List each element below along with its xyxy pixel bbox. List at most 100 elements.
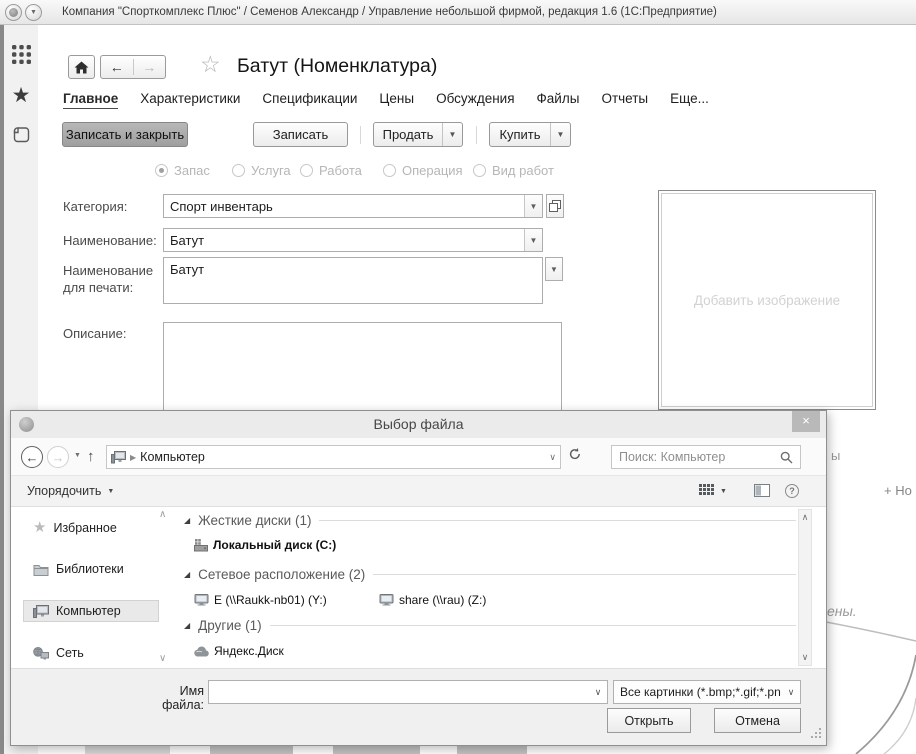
buy-button-label: Купить bbox=[499, 127, 541, 142]
radio-worktype-circle bbox=[473, 164, 486, 177]
obscured-block bbox=[333, 746, 420, 754]
home-icon bbox=[74, 61, 89, 74]
sell-button[interactable]: Продать ▼ bbox=[373, 122, 463, 147]
address-bar[interactable]: ▶ Компьютер ∨ bbox=[106, 445, 561, 469]
place-network-label: Сеть bbox=[56, 646, 84, 660]
radio-work[interactable]: Работа bbox=[300, 163, 362, 178]
breadcrumb-root[interactable]: Компьютер bbox=[140, 450, 205, 464]
tab-discussions[interactable]: Обсуждения bbox=[436, 91, 514, 109]
buy-dropdown-arrow[interactable]: ▼ bbox=[550, 123, 570, 146]
window-menu-icon[interactable]: ▼ bbox=[25, 4, 42, 21]
breadcrumb-arrow-icon: ▶ bbox=[130, 452, 137, 462]
radio-stock[interactable]: Запас bbox=[155, 163, 210, 178]
tab-characteristics[interactable]: Характеристики bbox=[140, 91, 240, 109]
print-name-label: Наименование для печати: bbox=[63, 263, 154, 295]
resize-grip[interactable] bbox=[811, 728, 822, 742]
group-network-locations[interactable]: ◢ Сетевое расположение (2) bbox=[184, 567, 796, 582]
item-local-disk[interactable]: Локальный диск (C:) bbox=[194, 538, 336, 552]
forward-button[interactable]: → bbox=[132, 59, 166, 75]
menu-grid-icon[interactable] bbox=[4, 45, 38, 64]
close-button[interactable]: × bbox=[792, 411, 820, 432]
open-button[interactable]: Открыть bbox=[607, 708, 691, 733]
obscured-block bbox=[85, 746, 170, 754]
image-placeholder[interactable]: Добавить изображение bbox=[658, 190, 876, 410]
filter-dropdown-arrow[interactable]: ∨ bbox=[782, 687, 800, 698]
cancel-button[interactable]: Отмена bbox=[714, 708, 801, 733]
organize-label: Упорядочить bbox=[27, 484, 102, 498]
back-button[interactable]: ← bbox=[101, 59, 133, 75]
computer-icon bbox=[111, 450, 126, 464]
nav-forward-button[interactable]: → bbox=[47, 446, 69, 468]
cloud-icon bbox=[194, 646, 209, 657]
tab-more[interactable]: Еще... bbox=[670, 91, 709, 109]
save-close-button[interactable]: Записать и закрыть bbox=[62, 122, 188, 147]
buy-button[interactable]: Купить ▼ bbox=[489, 122, 571, 147]
filename-dropdown-arrow[interactable]: ∨ bbox=[589, 687, 607, 698]
category-field[interactable]: Спорт инвентарь ▼ bbox=[163, 194, 543, 218]
scroll-up-icon[interactable]: ∧ bbox=[802, 512, 809, 523]
item-net-drive-y[interactable]: E (\\Raukk-nb01) (Y:) bbox=[194, 593, 327, 607]
places-scroll-up[interactable]: ∧ bbox=[159, 509, 166, 520]
description-textarea[interactable] bbox=[163, 322, 562, 417]
name-dropdown-arrow[interactable]: ▼ bbox=[524, 229, 542, 251]
place-favorites[interactable]: ★ Избранное bbox=[33, 520, 117, 535]
radio-worktype[interactable]: Вид работ bbox=[473, 163, 554, 178]
radio-operation[interactable]: Операция bbox=[383, 163, 463, 178]
home-button[interactable] bbox=[68, 55, 95, 79]
obscured-block bbox=[457, 746, 527, 754]
filename-label: Имя файла: bbox=[162, 684, 204, 712]
category-label: Категория: bbox=[63, 199, 128, 214]
nav-history-dropdown-icon[interactable]: ▼ bbox=[74, 452, 81, 459]
save-button[interactable]: Записать bbox=[253, 122, 348, 147]
radio-service[interactable]: Услуга bbox=[232, 163, 291, 178]
nav-up-button[interactable]: ↑ bbox=[87, 448, 95, 465]
category-dropdown-arrow[interactable]: ▼ bbox=[524, 195, 542, 217]
screen: ▼ Компания "Спорткомплекс Плюс" / Семено… bbox=[0, 0, 916, 754]
place-network[interactable]: Сеть bbox=[33, 646, 84, 660]
group-hard-disks[interactable]: ◢ Жесткие диски (1) bbox=[184, 513, 796, 528]
item-yandex-disk[interactable]: Яндекс.Диск bbox=[194, 644, 284, 658]
radio-stock-circle bbox=[155, 164, 168, 177]
sell-dropdown-arrow[interactable]: ▼ bbox=[442, 123, 462, 146]
place-libraries[interactable]: Библиотеки bbox=[33, 562, 124, 576]
tab-specifications[interactable]: Спецификации bbox=[262, 91, 357, 109]
place-computer[interactable]: Компьютер bbox=[33, 604, 121, 618]
print-name-dropdown-button[interactable]: ▼ bbox=[545, 257, 563, 281]
tab-reports[interactable]: Отчеты bbox=[601, 91, 648, 109]
list-scrollbar[interactable]: ∧ ∨ bbox=[798, 509, 812, 666]
category-open-button[interactable] bbox=[546, 194, 564, 218]
view-dropdown-arrow[interactable]: ▼ bbox=[720, 488, 727, 495]
name-field[interactable]: Батут ▼ bbox=[163, 228, 543, 252]
app-logo-icon[interactable] bbox=[5, 4, 22, 21]
radio-work-circle bbox=[300, 164, 313, 177]
filename-input[interactable]: ∨ bbox=[208, 680, 608, 704]
image-placeholder-inner: Добавить изображение bbox=[661, 193, 873, 407]
scroll-down-icon[interactable]: ∨ bbox=[802, 652, 809, 663]
places-scroll-down[interactable]: ∨ bbox=[159, 653, 166, 664]
item-net-drive-z[interactable]: share (\\rau) (Z:) bbox=[379, 593, 486, 607]
command-separator bbox=[360, 126, 361, 144]
history-nav-group: ← → bbox=[100, 55, 166, 79]
refresh-button[interactable] bbox=[568, 447, 582, 461]
favorite-toggle-icon[interactable]: ☆ bbox=[200, 53, 221, 76]
nav-back-button[interactable]: ← bbox=[21, 446, 43, 468]
print-name-field[interactable]: Батут bbox=[163, 257, 543, 304]
dialog-titlebar[interactable]: Выбор файла × bbox=[11, 411, 826, 438]
filter-select[interactable]: Все картинки (*.bmp;*.gif;*.pn ∨ bbox=[613, 680, 801, 704]
group-others[interactable]: ◢ Другие (1) bbox=[184, 618, 796, 633]
group-collapse-icon: ◢ bbox=[184, 569, 191, 579]
tab-main[interactable]: Главное bbox=[63, 91, 119, 109]
group-rule bbox=[319, 520, 796, 521]
tab-files[interactable]: Файлы bbox=[537, 91, 580, 109]
tab-prices[interactable]: Цены bbox=[379, 91, 414, 109]
network-drive-icon bbox=[194, 594, 209, 606]
preview-pane-button[interactable] bbox=[754, 484, 770, 497]
organize-button[interactable]: Упорядочить ▼ bbox=[27, 484, 114, 498]
address-dropdown-arrow[interactable]: ∨ bbox=[549, 452, 556, 463]
history-icon[interactable] bbox=[4, 125, 38, 144]
search-input[interactable]: Поиск: Компьютер bbox=[611, 445, 801, 469]
help-button[interactable]: ? bbox=[785, 484, 799, 498]
view-grid-button[interactable] bbox=[699, 484, 714, 498]
favorites-star-icon[interactable]: ★ bbox=[4, 83, 38, 108]
item-net-drive-z-label: share (\\rau) (Z:) bbox=[399, 593, 487, 607]
